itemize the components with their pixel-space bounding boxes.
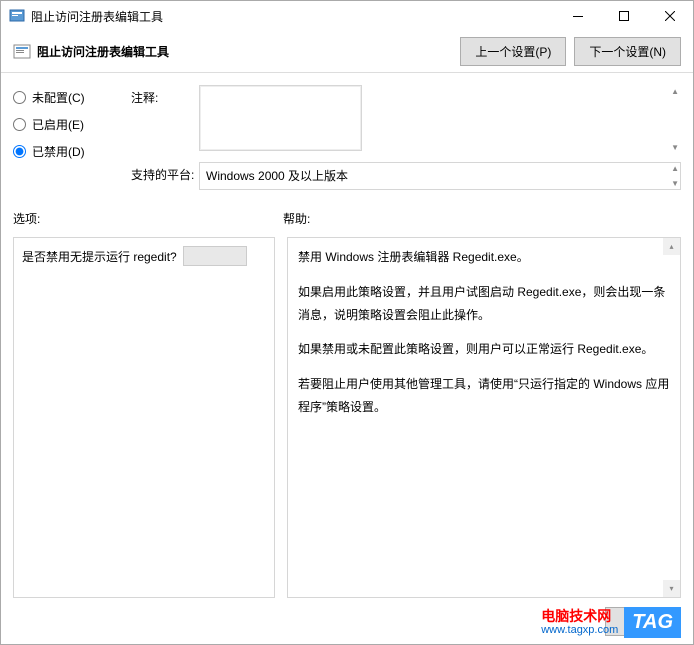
platform-label: 支持的平台: bbox=[131, 162, 199, 190]
app-icon bbox=[9, 8, 25, 24]
comment-textarea[interactable] bbox=[199, 85, 362, 151]
policy-icon bbox=[13, 43, 31, 61]
scroll-down-icon: ▼ bbox=[671, 143, 679, 152]
radio-not-configured[interactable]: 未配置(C) bbox=[13, 89, 113, 106]
comment-label: 注释: bbox=[131, 85, 199, 154]
radio-not-configured-label: 未配置(C) bbox=[32, 89, 85, 106]
toolbar: 阻止访问注册表编辑工具 上一个设置(P) 下一个设置(N) bbox=[1, 31, 693, 73]
dialog-window: 阻止访问注册表编辑工具 阻止访问注册表编辑工具 上一个设置(P) 下一个设置(N… bbox=[0, 0, 694, 645]
radio-disabled[interactable]: 已禁用(D) bbox=[13, 143, 113, 160]
scroll-up-icon[interactable]: ▴ bbox=[663, 238, 680, 255]
footer: 确 电脑技术网 www.tagxp.com TAG bbox=[1, 598, 693, 644]
radio-enabled[interactable]: 已启用(E) bbox=[13, 116, 113, 133]
window-controls bbox=[555, 1, 693, 31]
window-title: 阻止访问注册表编辑工具 bbox=[31, 8, 163, 25]
radio-enabled-input[interactable] bbox=[13, 118, 26, 131]
config-section: 未配置(C) 已启用(E) 已禁用(D) 注释: ▲ ▼ 支持的平台: bbox=[1, 73, 693, 206]
scroll-up-icon: ▲ bbox=[671, 87, 679, 96]
supported-platform-field: Windows 2000 及以上版本 bbox=[199, 162, 681, 190]
radio-disabled-label: 已禁用(D) bbox=[32, 143, 85, 160]
ok-button[interactable]: 确 bbox=[605, 607, 679, 636]
help-text-p3: 如果禁用或未配置此策略设置，则用户可以正常运行 Regedit.exe。 bbox=[298, 338, 670, 361]
options-section-label: 选项: bbox=[13, 210, 283, 227]
policy-title: 阻止访问注册表编辑工具 bbox=[37, 43, 169, 60]
state-radio-group: 未配置(C) 已启用(E) 已禁用(D) bbox=[13, 85, 113, 198]
scroll-down-icon[interactable]: ▾ bbox=[663, 580, 680, 597]
help-text-p4: 若要阻止用户使用其他管理工具，请使用“只运行指定的 Windows 应用程序”策… bbox=[298, 373, 670, 419]
next-setting-button[interactable]: 下一个设置(N) bbox=[574, 37, 681, 66]
option-combo[interactable] bbox=[183, 246, 247, 266]
radio-not-configured-input[interactable] bbox=[13, 91, 26, 104]
scroll-up-icon: ▲ bbox=[671, 164, 679, 173]
options-panel: 是否禁用无提示运行 regedit? bbox=[13, 237, 275, 598]
radio-disabled-input[interactable] bbox=[13, 145, 26, 158]
help-section-label: 帮助: bbox=[283, 210, 310, 227]
help-text-p2: 如果启用此策略设置，并且用户试图启动 Regedit.exe，则会出现一条消息，… bbox=[298, 281, 670, 327]
radio-enabled-label: 已启用(E) bbox=[32, 116, 84, 133]
close-button[interactable] bbox=[647, 1, 693, 31]
previous-setting-button[interactable]: 上一个设置(P) bbox=[460, 37, 566, 66]
maximize-button[interactable] bbox=[601, 1, 647, 31]
section-labels: 选项: 帮助: bbox=[1, 206, 693, 231]
help-scrollbar[interactable]: ▴ ▾ bbox=[663, 238, 680, 597]
minimize-button[interactable] bbox=[555, 1, 601, 31]
help-text-p1: 禁用 Windows 注册表编辑器 Regedit.exe。 bbox=[298, 246, 670, 269]
titlebar: 阻止访问注册表编辑工具 bbox=[1, 1, 693, 31]
help-panel: 禁用 Windows 注册表编辑器 Regedit.exe。 如果启用此策略设置… bbox=[287, 237, 681, 598]
option-question-label: 是否禁用无提示运行 regedit? bbox=[22, 248, 177, 265]
lower-section: 是否禁用无提示运行 regedit? 禁用 Windows 注册表编辑器 Reg… bbox=[1, 231, 693, 598]
scroll-down-icon: ▼ bbox=[671, 179, 679, 188]
